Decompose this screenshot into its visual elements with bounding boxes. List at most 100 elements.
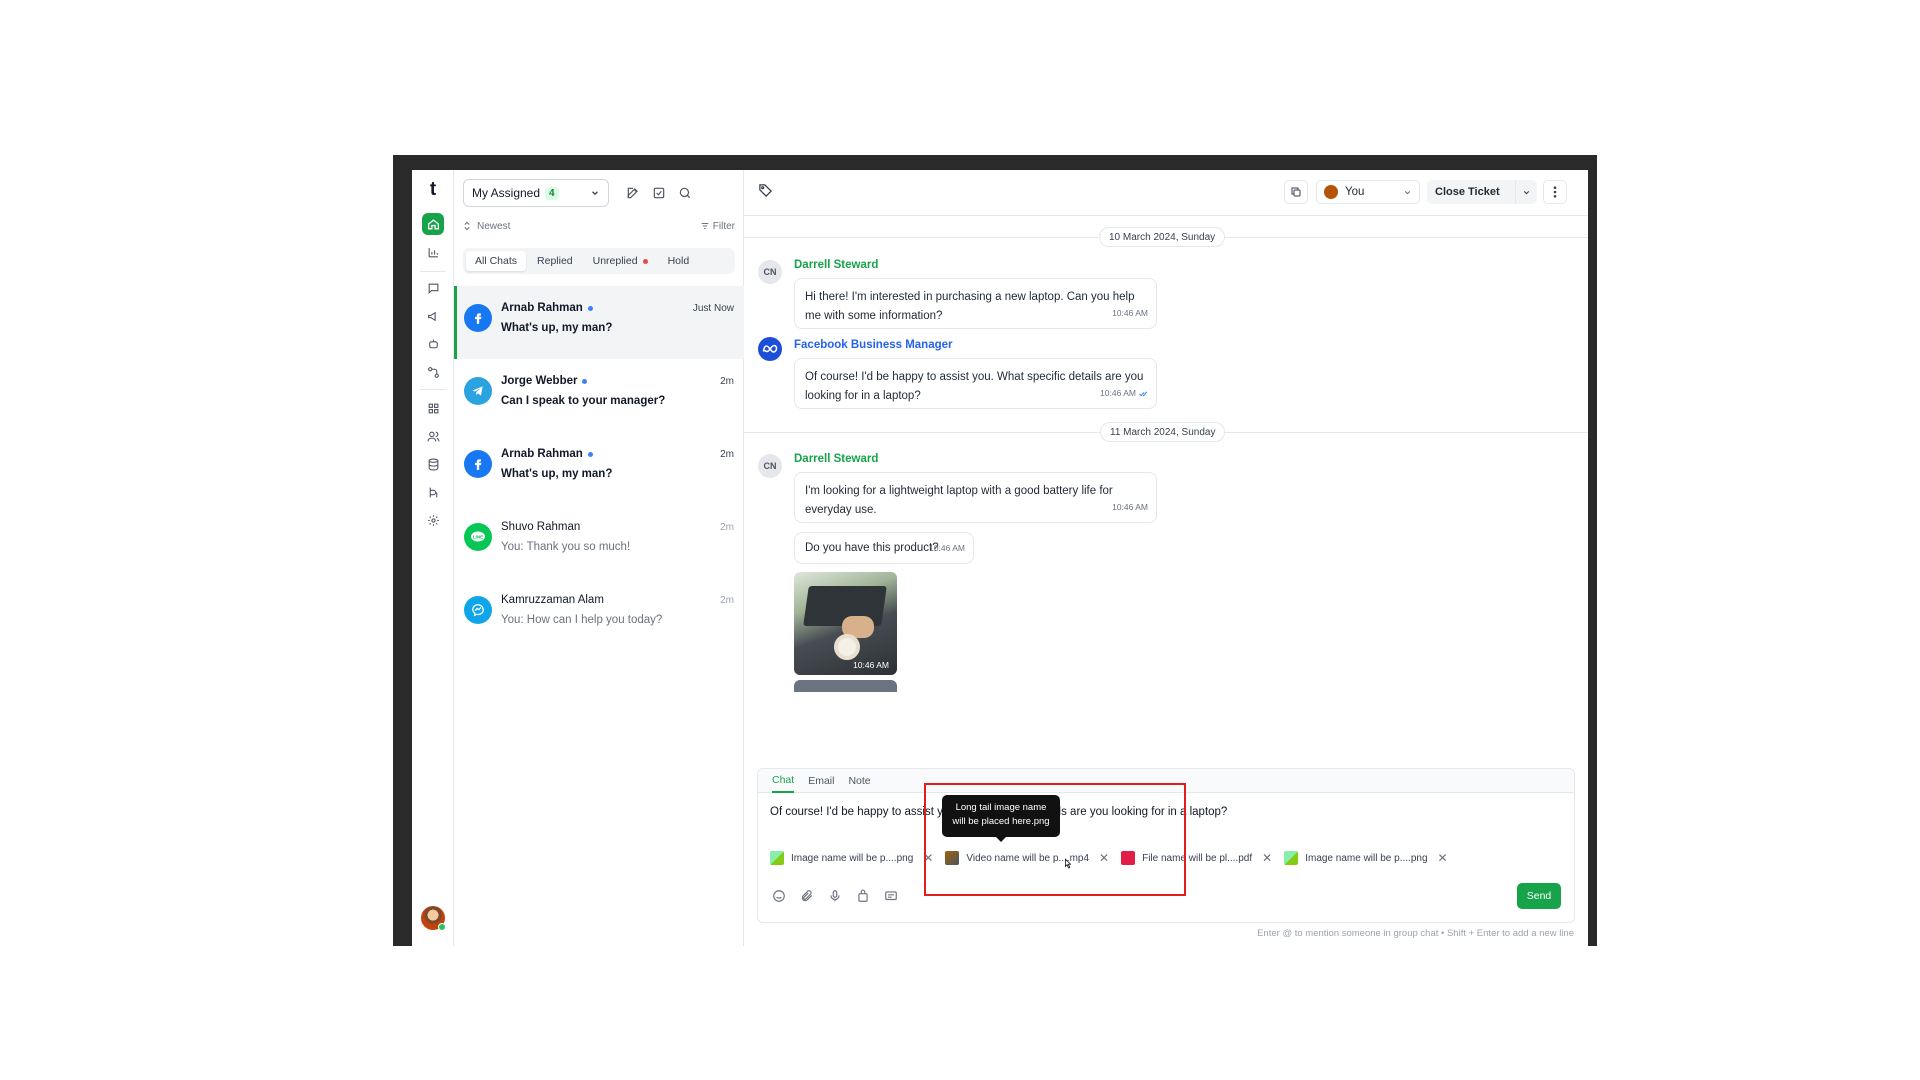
workflow-icon[interactable] [422,361,444,383]
message-bubble: I'm looking for a lightweight laptop wit… [794,472,1157,523]
composer-hint: Enter @ to mention someone in group chat… [1257,928,1574,939]
tab-email[interactable]: Email [808,769,834,793]
sender-avatar: CN [758,454,782,478]
integrations-icon[interactable] [422,481,444,503]
search-icon[interactable] [675,183,695,203]
conversation-item[interactable]: Arnab Rahman Just Now What's up, my man? [454,286,744,359]
conversation-preview: You: How can I help you today? [501,614,663,626]
conversation-item[interactable]: LINE Shuvo Rahman 2m You: Thank you so mu… [454,505,744,578]
assignee-dropdown[interactable]: You [1316,180,1420,204]
sender-name: Darrell Steward [794,453,879,465]
conversation-preview: What's up, my man? [501,468,613,480]
conversation-preview: What's up, my man? [501,322,613,334]
saved-replies-icon[interactable] [882,887,900,905]
more-options-icon[interactable] [1543,180,1567,204]
compose-icon[interactable] [623,183,643,203]
chevron-down-icon [1523,190,1530,194]
online-dot [582,378,588,384]
message-text: Hi there! I'm interested in purchasing a… [805,291,1135,322]
emoji-icon[interactable] [770,887,788,905]
tab-hold[interactable]: Hold [659,251,699,271]
home-icon[interactable] [422,213,444,235]
send-button[interactable]: Send [1517,883,1561,909]
chat-icon[interactable] [422,277,444,299]
sort-bar: Newest Filter [463,218,735,234]
close-ticket-button[interactable]: Close Ticket [1427,180,1537,204]
tab-all-chats[interactable]: All Chats [466,251,527,271]
database-icon[interactable] [422,453,444,475]
composer-toolbar [770,887,900,905]
assignee-label: You [1345,186,1365,198]
apps-grid-icon[interactable] [422,397,444,419]
remove-attachment-icon[interactable]: ✕ [1438,851,1448,865]
contact-name: Arnab Rahman [501,302,583,314]
message-time: 10:46 AM [853,660,889,670]
photo-cup-shape [834,634,860,660]
assignment-filter-dropdown[interactable]: My Assigned 4 [463,179,609,207]
conversation-preview: You: Thank you so much! [501,541,631,553]
date-divider: 11 March 2024, Sunday [1100,422,1226,442]
message-bubble: Do you have this product? 10:46 AM [794,532,974,564]
copy-icon[interactable] [1284,180,1308,204]
chevron-down-icon [592,191,598,196]
annotation-highlight-box [924,783,1186,896]
tab-note[interactable]: Note [848,769,870,793]
sort-toggle[interactable]: Newest [463,221,510,232]
facebook-icon [464,304,492,332]
message-text: Do you have this product? [805,542,939,554]
messenger-icon [464,596,492,624]
chat-status-tabs: All Chats Replied Unreplied Hold [463,248,735,274]
tab-unreplied-label: Unreplied [592,255,638,267]
tab-chat[interactable]: Chat [772,769,795,793]
attachment-chip[interactable]: Image name will be p....png ✕ [770,850,933,866]
attachment-chip[interactable]: Image name will be p....png ✕ [1284,850,1448,866]
nav-rail: t [412,170,454,946]
rail-divider [420,271,446,272]
contacts-icon[interactable] [422,425,444,447]
message-bubble: Of course! I'd be happy to assist you. W… [794,358,1157,409]
attachment-name: Image name will be p....png [791,852,914,864]
assignee-avatar [1324,185,1338,199]
message-text: I'm looking for a lightweight laptop wit… [805,485,1113,516]
online-status-dot [438,923,446,931]
conversation-item[interactable]: Kamruzzaman Alam 2m You: How can I help y… [454,578,744,651]
facebook-icon [464,450,492,478]
reports-icon[interactable] [422,241,444,263]
remove-attachment-icon[interactable]: ✕ [1262,851,1272,865]
settings-gear-icon[interactable] [422,509,444,531]
app-logo[interactable]: t [423,180,443,200]
filter-icon [701,222,709,230]
user-avatar[interactable] [421,906,446,931]
template-bag-icon[interactable] [854,887,872,905]
conversation-time: 2m [720,594,734,606]
contact-name: Jorge Webber [501,375,578,387]
assigned-count-badge: 4 [545,186,559,200]
message-time: 10:46 AM [1112,308,1148,318]
checkbox-select-icon[interactable] [649,183,669,203]
message-image-attachment[interactable]: 10:46 AM [794,572,897,675]
sender-name: Darrell Steward [794,259,879,271]
sender-avatar: CN [758,260,782,284]
close-ticket-options-toggle[interactable] [1515,180,1537,204]
filter-button[interactable]: Filter [700,221,735,232]
sender-name: Facebook Business Manager [794,339,953,351]
tab-replied[interactable]: Replied [528,251,582,271]
conversation-item[interactable]: Arnab Rahman 2m What's up, my man? [454,432,744,505]
telegram-icon [464,377,492,405]
microphone-icon[interactable] [826,887,844,905]
tab-unreplied[interactable]: Unreplied [584,251,657,271]
conversation-list-panel: My Assigned 4 Newest Filter All Chats Re… [454,170,744,946]
tag-icon[interactable] [758,183,773,203]
conversation-preview: Can I speak to your manager? [501,395,666,407]
chevron-down-icon [1404,190,1411,194]
conversation-item[interactable]: Jorge Webber 2m Can I speak to your manag… [454,359,744,432]
attachment-paperclip-icon[interactable] [798,887,816,905]
message-text: Of course! I'd be happy to assist you. W… [805,371,1144,402]
filter-label: Filter [712,220,735,232]
message-time: 10:46 AM [929,543,965,553]
bot-icon[interactable] [422,333,444,355]
contact-name: Arnab Rahman [501,448,583,460]
message-time-status: 10:46 AM [1100,384,1148,403]
message-image-attachment[interactable] [794,680,897,692]
megaphone-icon[interactable] [422,305,444,327]
